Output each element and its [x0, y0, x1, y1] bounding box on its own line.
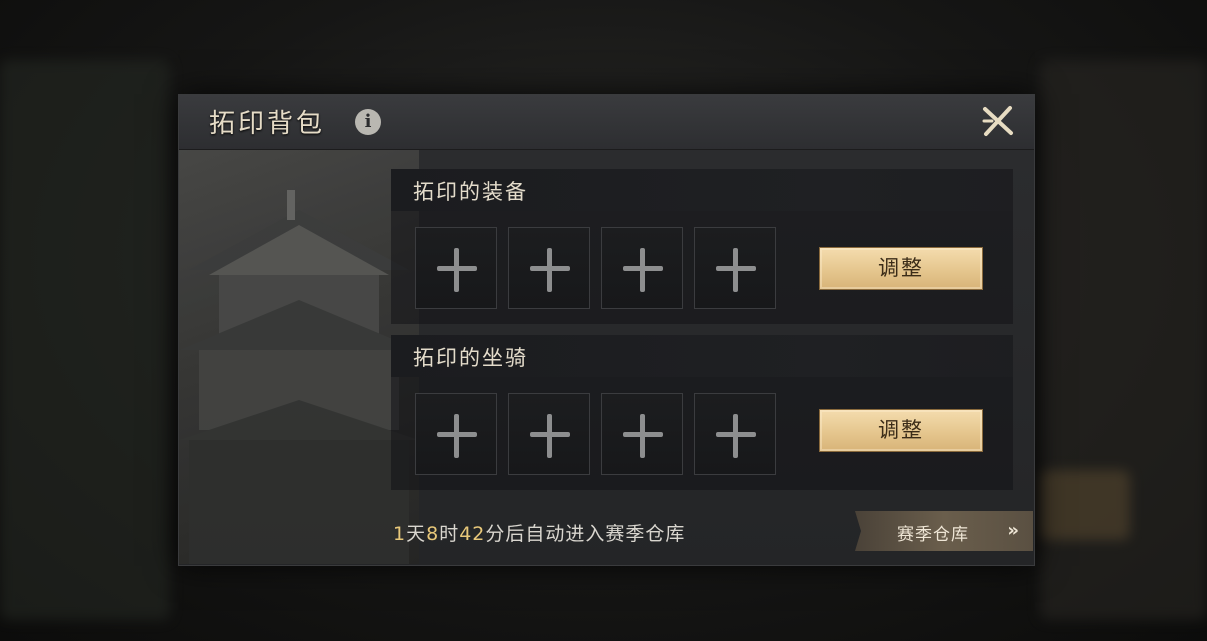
countdown-hours: 8	[426, 523, 440, 545]
mount-slot[interactable]	[508, 393, 590, 475]
imprint-bag-dialog: 拓印背包 i 拓印的装备 调整 拓印的坐骑 调整 1天8时42分后自动进入赛季仓…	[178, 94, 1035, 566]
add-icon	[454, 248, 459, 292]
mount-slot[interactable]	[415, 393, 497, 475]
mount-slot[interactable]	[601, 393, 683, 475]
countdown-suffix: 后自动进入赛季仓库	[505, 523, 686, 545]
countdown-days-unit: 天	[406, 523, 427, 545]
equipment-slot[interactable]	[694, 227, 776, 309]
dialog-title: 拓印背包	[209, 109, 326, 139]
countdown-text: 1天8时42分后自动进入赛季仓库	[393, 519, 685, 546]
countdown-minutes: 42	[459, 523, 486, 545]
section-title: 拓印的坐骑	[413, 346, 528, 370]
countdown-days: 1	[393, 523, 407, 545]
add-icon	[733, 248, 738, 292]
add-icon	[547, 414, 552, 458]
background-blur	[0, 60, 170, 620]
adjust-equipment-button[interactable]: 调整	[819, 247, 983, 290]
double-chevron-right-icon: »	[1007, 520, 1019, 541]
countdown-minutes-unit: 分	[485, 523, 506, 545]
equipment-slot[interactable]	[601, 227, 683, 309]
season-warehouse-button[interactable]: 赛季仓库 »	[855, 511, 1033, 551]
imprinted-equipment-section: 拓印的装备 调整	[391, 169, 1013, 324]
add-icon	[454, 414, 459, 458]
adjust-mount-button[interactable]: 调整	[819, 409, 983, 452]
mount-slot[interactable]	[694, 393, 776, 475]
close-icon[interactable]	[980, 103, 1016, 139]
imprinted-mount-section: 拓印的坐骑 调整	[391, 335, 1013, 490]
equipment-slot[interactable]	[415, 227, 497, 309]
warehouse-button-label: 赛季仓库	[897, 525, 969, 545]
info-icon[interactable]: i	[355, 109, 381, 135]
add-icon	[640, 414, 645, 458]
countdown-hours-unit: 时	[439, 523, 460, 545]
add-icon	[640, 248, 645, 292]
section-header: 拓印的坐骑	[391, 335, 1013, 377]
equipment-slot[interactable]	[508, 227, 590, 309]
section-header: 拓印的装备	[391, 169, 1013, 211]
pagoda-scene-illustration	[179, 150, 419, 564]
add-icon	[547, 248, 552, 292]
add-icon	[733, 414, 738, 458]
background-blur	[1040, 470, 1130, 540]
section-title: 拓印的装备	[413, 180, 528, 204]
dialog-header: 拓印背包 i	[179, 95, 1034, 150]
